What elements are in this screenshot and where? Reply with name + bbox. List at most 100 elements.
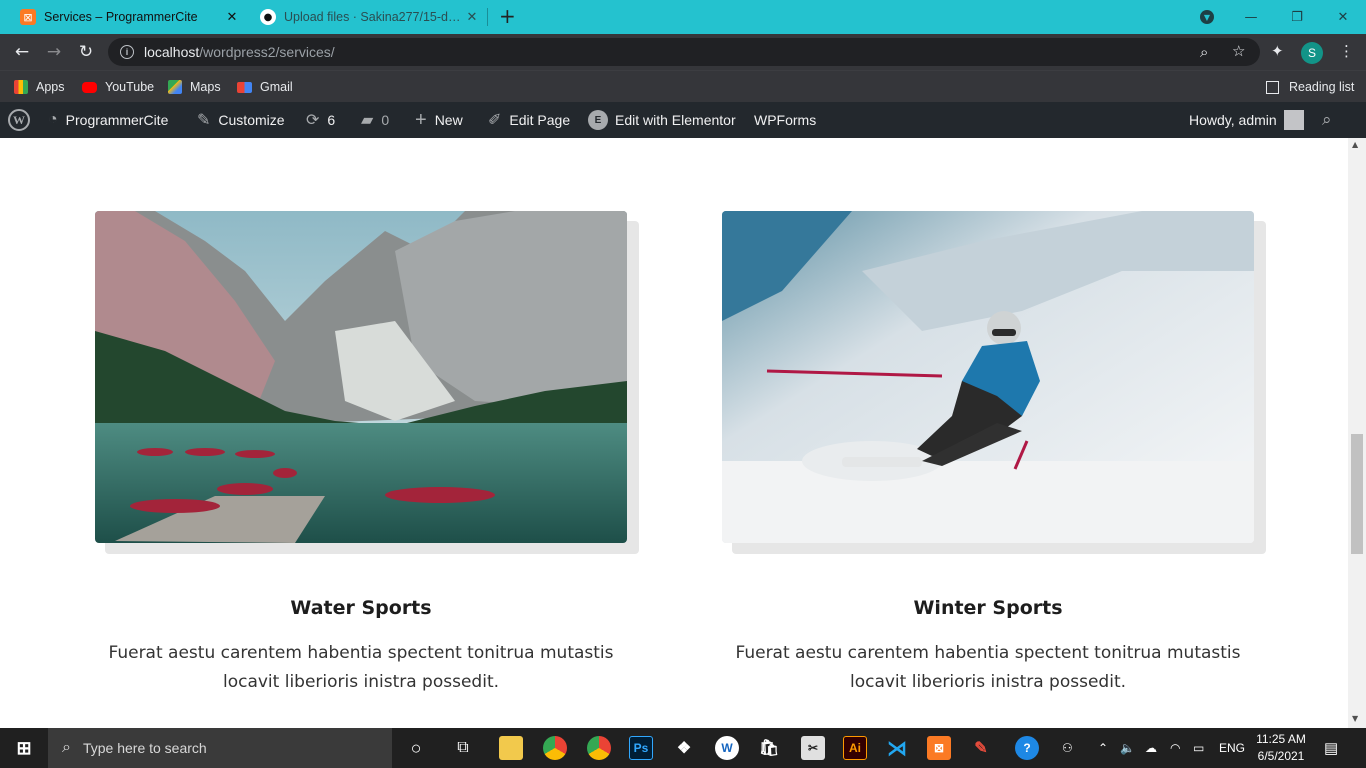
address-bar[interactable]: i localhost/wordpress2/services/ xyxy=(108,38,1260,66)
tab-divider xyxy=(487,8,488,26)
description-line: locavit liberioris inistra possedit. xyxy=(222,672,500,692)
pencil-icon: ✐ xyxy=(488,112,502,129)
brush-icon: ✎ xyxy=(197,112,211,129)
howdy-label: Howdy, admin xyxy=(1189,112,1277,128)
user-avatar xyxy=(1283,110,1304,130)
wp-admin-bar: W ◔ ProgrammerCite ✎ Customize ⟳ 6 ▰ 0 +… xyxy=(0,102,1366,138)
github-icon: ● xyxy=(260,9,276,25)
bookmark-gmail[interactable]: Gmail xyxy=(237,77,293,97)
tab-title: Upload files · Sakina277/15-days xyxy=(284,10,464,24)
new-tab-button[interactable]: + xyxy=(499,6,516,26)
clock-time: 11:25 AM xyxy=(1256,732,1306,746)
tab-strip: ⊠ Services – ProgrammerCite ✕ ● Upload f… xyxy=(0,0,1366,34)
task-view-icon[interactable]: ⧉ xyxy=(451,736,475,760)
comments-link[interactable]: ▰ 0 xyxy=(361,102,389,138)
extensions-icon[interactable]: ✦ xyxy=(1271,42,1284,60)
chevron-down-icon: ▼ xyxy=(1200,10,1214,24)
info-icon[interactable]: i xyxy=(120,45,134,59)
page-content: Water Sports Fuerat aestu carentem haben… xyxy=(0,138,1348,728)
profile-avatar[interactable]: S xyxy=(1301,42,1323,64)
wifi-icon[interactable]: ◠ xyxy=(1170,728,1180,768)
close-window-button[interactable]: ✕ xyxy=(1320,0,1366,34)
wordpress-icon: W xyxy=(8,109,30,131)
app-w-icon[interactable]: W xyxy=(715,736,739,760)
people-icon[interactable]: ⚇ xyxy=(1062,728,1073,768)
search-icon: ⌕ xyxy=(62,739,71,756)
xampp-icon[interactable]: ⊠ xyxy=(927,736,951,760)
windows-start-icon[interactable]: ⊞ xyxy=(12,736,36,760)
customize-label: Customize xyxy=(218,112,285,128)
apps-grid-icon xyxy=(14,80,28,94)
admin-search-button[interactable]: ⌕ xyxy=(1322,102,1332,138)
tab-github-upload[interactable]: ● Upload files · Sakina277/15-days ✕ xyxy=(252,0,488,34)
winter-sports-image xyxy=(722,211,1254,543)
bookmark-youtube[interactable]: YouTube xyxy=(82,77,154,97)
taskbar-clock[interactable]: 11:25 AM 6/5/2021 xyxy=(1252,731,1310,765)
close-tab-icon[interactable]: ✕ xyxy=(464,10,480,25)
clock-date: 6/5/2021 xyxy=(1257,749,1305,763)
wpforms-menu[interactable]: WPForms xyxy=(754,102,816,138)
photoshop-icon[interactable]: Ps xyxy=(629,736,653,760)
volume-icon[interactable]: 🔈 xyxy=(1120,728,1135,768)
close-tab-icon[interactable]: ✕ xyxy=(224,10,240,25)
menu-icon[interactable]: ⋮ xyxy=(1339,42,1354,60)
language-indicator[interactable]: ENG xyxy=(1219,728,1245,768)
dashboard-icon: ◔ xyxy=(48,111,58,128)
scroll-up-arrow[interactable]: ▲ xyxy=(1352,140,1358,149)
store-icon[interactable]: 🛍 xyxy=(757,736,781,760)
gmail-icon xyxy=(237,81,252,93)
edit-elementor-label: Edit with Elementor xyxy=(615,112,736,128)
description-line: Fuerat aestu carentem habentia spectent … xyxy=(108,643,614,663)
minimize-button[interactable]: — xyxy=(1228,0,1274,34)
bookmark-star-icon[interactable]: ☆ xyxy=(1232,42,1245,60)
scroll-down-arrow[interactable]: ▼ xyxy=(1352,714,1358,723)
edit-page-link[interactable]: ✐ Edit Page xyxy=(488,102,570,138)
new-label: New xyxy=(434,112,463,128)
updates-link[interactable]: ⟳ 6 xyxy=(306,102,335,138)
new-content-menu[interactable]: + New xyxy=(415,102,463,138)
zoom-icon[interactable]: ⌕ xyxy=(1200,43,1208,61)
site-name-menu[interactable]: ◔ ProgrammerCite xyxy=(48,102,168,138)
illustrator-icon[interactable]: Ai xyxy=(843,736,867,760)
plus-icon: + xyxy=(415,108,427,131)
taskbar-search[interactable]: ⌕ Type here to search xyxy=(48,728,392,768)
notifications-icon[interactable]: ▤ xyxy=(1324,728,1338,768)
restore-button[interactable]: ❐ xyxy=(1274,0,1320,34)
vscode-icon[interactable]: ⋊ xyxy=(885,736,909,760)
tab-services[interactable]: ⊠ Services – ProgrammerCite ✕ xyxy=(8,0,248,34)
forward-button[interactable]: → xyxy=(42,40,66,64)
edit-page-label: Edit Page xyxy=(509,112,571,128)
back-button[interactable]: ← xyxy=(10,40,34,64)
battery-icon[interactable]: ▭ xyxy=(1193,728,1204,768)
onedrive-icon[interactable]: ☁ xyxy=(1145,728,1157,768)
service-description: Fuerat aestu carentem habentia spectent … xyxy=(722,639,1254,697)
customize-link[interactable]: ✎ Customize xyxy=(197,102,285,138)
help-icon[interactable]: ? xyxy=(1015,736,1039,760)
account-menu[interactable]: Howdy, admin xyxy=(1189,102,1304,138)
chevron-up-icon[interactable]: ⌃ xyxy=(1098,728,1108,768)
bookmark-label: Apps xyxy=(36,80,65,94)
cortana-icon[interactable]: ○ xyxy=(404,736,428,760)
tab-search-button[interactable]: ▼ xyxy=(1184,0,1230,34)
service-title: Water Sports xyxy=(290,597,432,619)
url-host: localhost xyxy=(144,44,200,60)
wp-logo-button[interactable]: W xyxy=(8,102,30,138)
bookmark-apps[interactable]: Apps xyxy=(14,77,65,97)
description-line: Fuerat aestu carentem habentia spectent … xyxy=(735,643,1241,663)
reload-button[interactable]: ↻ xyxy=(74,40,98,64)
dropbox-icon[interactable]: ❖ xyxy=(672,736,696,760)
chrome-icon[interactable] xyxy=(543,736,567,760)
mountain-lake-picture xyxy=(95,211,627,543)
bookmarks-bar: Apps YouTube Maps Gmail Reading list xyxy=(0,70,1366,102)
chrome-profile-icon[interactable] xyxy=(587,736,611,760)
app-paint-icon[interactable]: ✎ xyxy=(969,736,993,760)
app-tool-icon[interactable]: ✂ xyxy=(801,736,825,760)
reading-list-button[interactable]: Reading list xyxy=(1266,77,1354,97)
page-scrollbar[interactable]: ▲ ▼ xyxy=(1348,138,1366,728)
bookmark-maps[interactable]: Maps xyxy=(168,77,221,97)
updates-count: 6 xyxy=(327,112,336,128)
description-line: locavit liberioris inistra possedit. xyxy=(849,672,1127,692)
edit-elementor-link[interactable]: E Edit with Elementor xyxy=(588,102,736,138)
scrollbar-thumb[interactable] xyxy=(1351,434,1363,554)
file-explorer-icon[interactable] xyxy=(499,736,523,760)
